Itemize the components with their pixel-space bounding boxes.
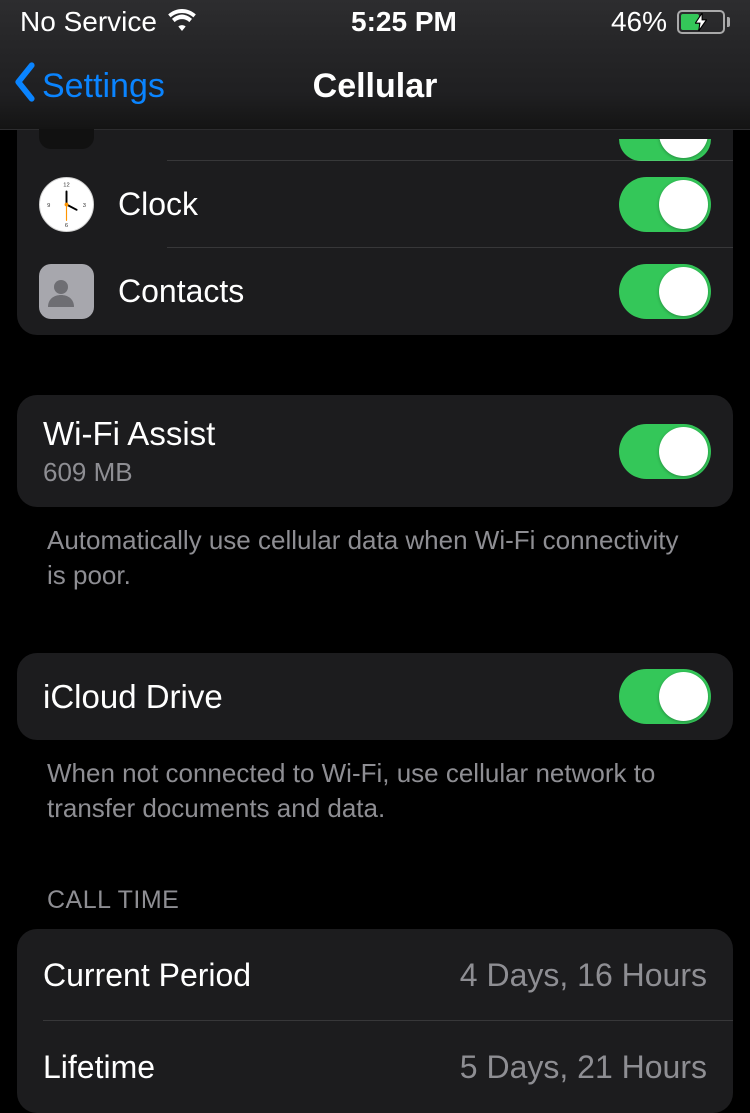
- svg-text:3: 3: [83, 203, 86, 209]
- app-label-contacts: Contacts: [118, 273, 619, 310]
- status-time: 5:25 PM: [351, 6, 457, 38]
- app-row-contacts[interactable]: Contacts: [17, 248, 733, 335]
- icloud-drive-title: iCloud Drive: [43, 678, 619, 716]
- svg-text:6: 6: [65, 223, 68, 229]
- battery-percent: 46%: [611, 6, 667, 38]
- call-time-group: Current Period 4 Days, 16 Hours Lifetime…: [17, 929, 733, 1113]
- wifi-icon: [167, 6, 197, 38]
- call-time-current-label: Current Period: [43, 957, 460, 994]
- icloud-drive-group: iCloud Drive: [17, 653, 733, 740]
- app-list-group: 12 3 6 9 Clock: [17, 129, 733, 335]
- call-time-current-value: 4 Days, 16 Hours: [460, 957, 707, 994]
- svg-text:9: 9: [47, 203, 50, 209]
- app-row-clock[interactable]: 12 3 6 9 Clock: [17, 161, 733, 248]
- wifi-assist-title: Wi-Fi Assist: [43, 415, 619, 453]
- icloud-drive-row[interactable]: iCloud Drive: [17, 653, 733, 740]
- chevron-left-icon: [12, 62, 38, 111]
- call-time-lifetime-row: Lifetime 5 Days, 21 Hours: [17, 1021, 733, 1113]
- status-bar: No Service 5:25 PM 46%: [0, 0, 750, 44]
- back-label: Settings: [42, 67, 165, 106]
- toggle-wifi-assist[interactable]: [619, 424, 711, 479]
- toggle-icloud-drive[interactable]: [619, 669, 711, 724]
- icloud-drive-footer: When not connected to Wi-Fi, use cellula…: [17, 740, 733, 826]
- nav-bar: Settings Cellular: [0, 44, 750, 130]
- back-button[interactable]: Settings: [0, 62, 165, 111]
- wifi-assist-row[interactable]: Wi-Fi Assist 609 MB: [17, 395, 733, 507]
- toggle-partial[interactable]: [619, 139, 711, 161]
- wifi-assist-group: Wi-Fi Assist 609 MB: [17, 395, 733, 507]
- call-time-current-row: Current Period 4 Days, 16 Hours: [17, 929, 733, 1021]
- wifi-assist-usage: 609 MB: [43, 457, 619, 488]
- app-icon-partial: [39, 129, 94, 149]
- toggle-clock[interactable]: [619, 177, 711, 232]
- svg-text:12: 12: [63, 183, 69, 189]
- wifi-assist-footer: Automatically use cellular data when Wi-…: [17, 507, 733, 593]
- clock-icon: 12 3 6 9: [39, 177, 94, 232]
- contacts-icon: [39, 264, 94, 319]
- carrier-text: No Service: [20, 6, 157, 38]
- call-time-header: CALL TIME: [17, 886, 733, 929]
- call-time-lifetime-value: 5 Days, 21 Hours: [460, 1049, 707, 1086]
- page-title: Cellular: [313, 67, 438, 106]
- toggle-contacts[interactable]: [619, 264, 711, 319]
- app-row-partial[interactable]: [17, 129, 733, 161]
- battery-icon: [677, 10, 730, 34]
- app-label-clock: Clock: [118, 186, 619, 223]
- call-time-lifetime-label: Lifetime: [43, 1049, 460, 1086]
